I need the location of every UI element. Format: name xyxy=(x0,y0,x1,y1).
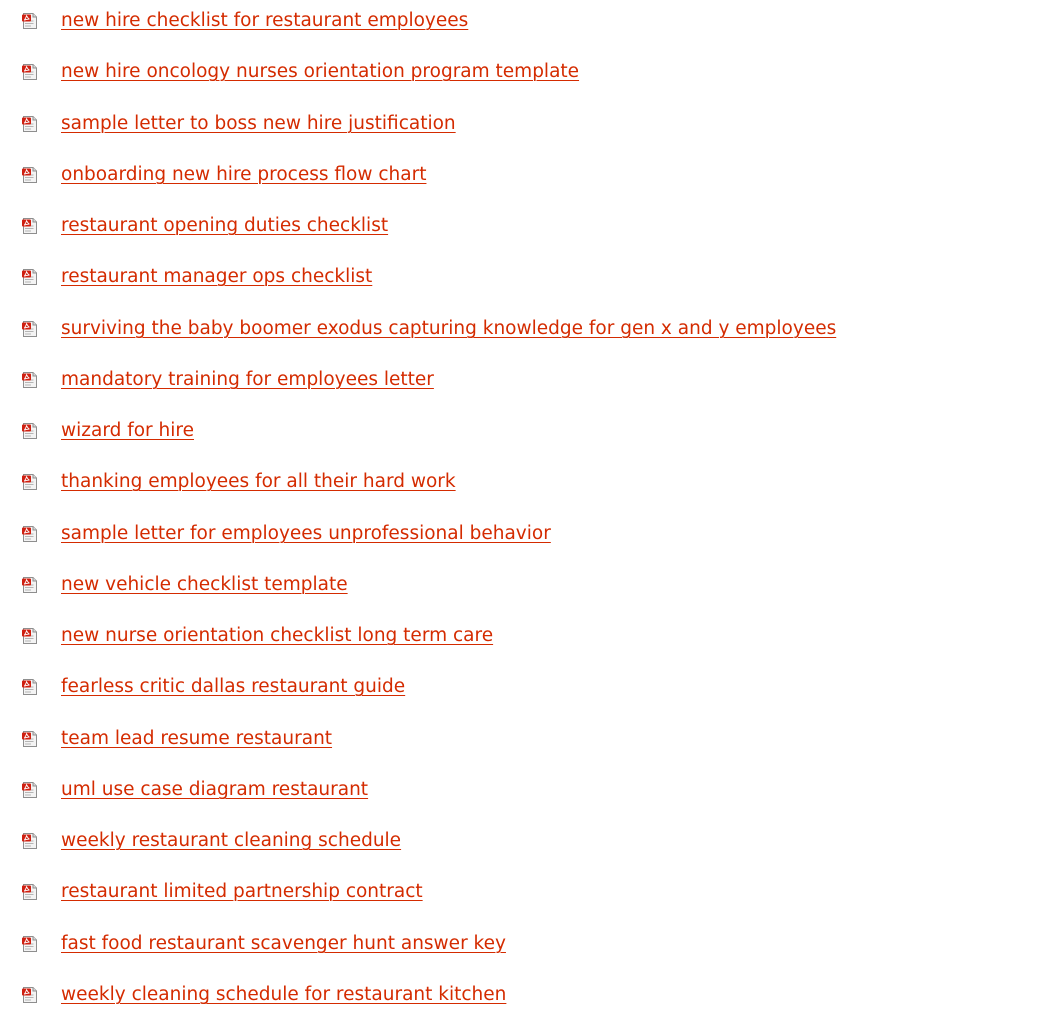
list-item: wizard for hire xyxy=(0,421,1042,455)
pdf-file-icon xyxy=(22,269,38,285)
list-item: restaurant opening duties checklist xyxy=(0,216,1042,250)
pdf-file-icon xyxy=(22,64,38,80)
pdf-file-icon xyxy=(22,372,38,388)
document-link[interactable]: new hire checklist for restaurant employ… xyxy=(61,11,468,31)
document-link[interactable]: weekly restaurant cleaning schedule xyxy=(61,831,401,851)
document-link[interactable]: new vehicle checklist template xyxy=(61,575,348,595)
list-item: weekly cleaning schedule for restaurant … xyxy=(0,985,1042,1019)
document-link[interactable]: restaurant manager ops checklist xyxy=(61,267,372,287)
list-item: sample letter for employees unprofession… xyxy=(0,524,1042,558)
pdf-file-icon xyxy=(22,474,38,490)
pdf-file-icon xyxy=(22,782,38,798)
list-item: team lead resume restaurant xyxy=(0,729,1042,763)
list-item: onboarding new hire process flow chart xyxy=(0,165,1042,199)
document-link[interactable]: fast food restaurant scavenger hunt answ… xyxy=(61,934,506,954)
document-link[interactable]: restaurant opening duties checklist xyxy=(61,216,388,236)
pdf-file-icon xyxy=(22,13,38,29)
list-item: sample letter to boss new hire justifica… xyxy=(0,114,1042,148)
pdf-file-icon xyxy=(22,321,38,337)
document-link[interactable]: mandatory training for employees letter xyxy=(61,370,434,390)
list-item: surviving the baby boomer exodus capturi… xyxy=(0,319,1042,353)
document-link[interactable]: onboarding new hire process flow chart xyxy=(61,165,426,185)
list-item: new hire oncology nurses orientation pro… xyxy=(0,62,1042,96)
document-link[interactable]: sample letter to boss new hire justifica… xyxy=(61,114,456,134)
list-item: new nurse orientation checklist long ter… xyxy=(0,626,1042,660)
document-link[interactable]: team lead resume restaurant xyxy=(61,729,332,749)
document-link[interactable]: weekly cleaning schedule for restaurant … xyxy=(61,985,506,1005)
pdf-file-icon xyxy=(22,423,38,439)
pdf-file-icon xyxy=(22,167,38,183)
list-item: new hire checklist for restaurant employ… xyxy=(0,11,1042,45)
list-item: restaurant limited partnership contract xyxy=(0,882,1042,916)
document-link[interactable]: surviving the baby boomer exodus capturi… xyxy=(61,319,836,339)
document-link[interactable]: new nurse orientation checklist long ter… xyxy=(61,626,493,646)
document-link[interactable]: sample letter for employees unprofession… xyxy=(61,524,551,544)
document-link[interactable]: wizard for hire xyxy=(61,421,194,441)
pdf-file-icon xyxy=(22,577,38,593)
pdf-file-icon xyxy=(22,679,38,695)
list-item: uml use case diagram restaurant xyxy=(0,780,1042,814)
list-item: restaurant manager ops checklist xyxy=(0,267,1042,301)
document-link[interactable]: fearless critic dallas restaurant guide xyxy=(61,677,405,697)
pdf-file-icon xyxy=(22,987,38,1003)
list-item: fast food restaurant scavenger hunt answ… xyxy=(0,934,1042,968)
pdf-file-icon xyxy=(22,936,38,952)
document-link[interactable]: restaurant limited partnership contract xyxy=(61,882,423,902)
pdf-file-icon xyxy=(22,731,38,747)
pdf-file-icon xyxy=(22,628,38,644)
list-item: mandatory training for employees letter xyxy=(0,370,1042,404)
document-link[interactable]: new hire oncology nurses orientation pro… xyxy=(61,62,579,82)
pdf-file-icon xyxy=(22,833,38,849)
document-link[interactable]: uml use case diagram restaurant xyxy=(61,780,368,800)
pdf-file-icon xyxy=(22,218,38,234)
document-link[interactable]: thanking employees for all their hard wo… xyxy=(61,472,456,492)
pdf-file-icon xyxy=(22,116,38,132)
list-item: fearless critic dallas restaurant guide xyxy=(0,677,1042,711)
list-item: thanking employees for all their hard wo… xyxy=(0,472,1042,506)
list-item: weekly restaurant cleaning schedule xyxy=(0,831,1042,865)
pdf-file-icon xyxy=(22,526,38,542)
pdf-file-icon xyxy=(22,884,38,900)
list-item: new vehicle checklist template xyxy=(0,575,1042,609)
